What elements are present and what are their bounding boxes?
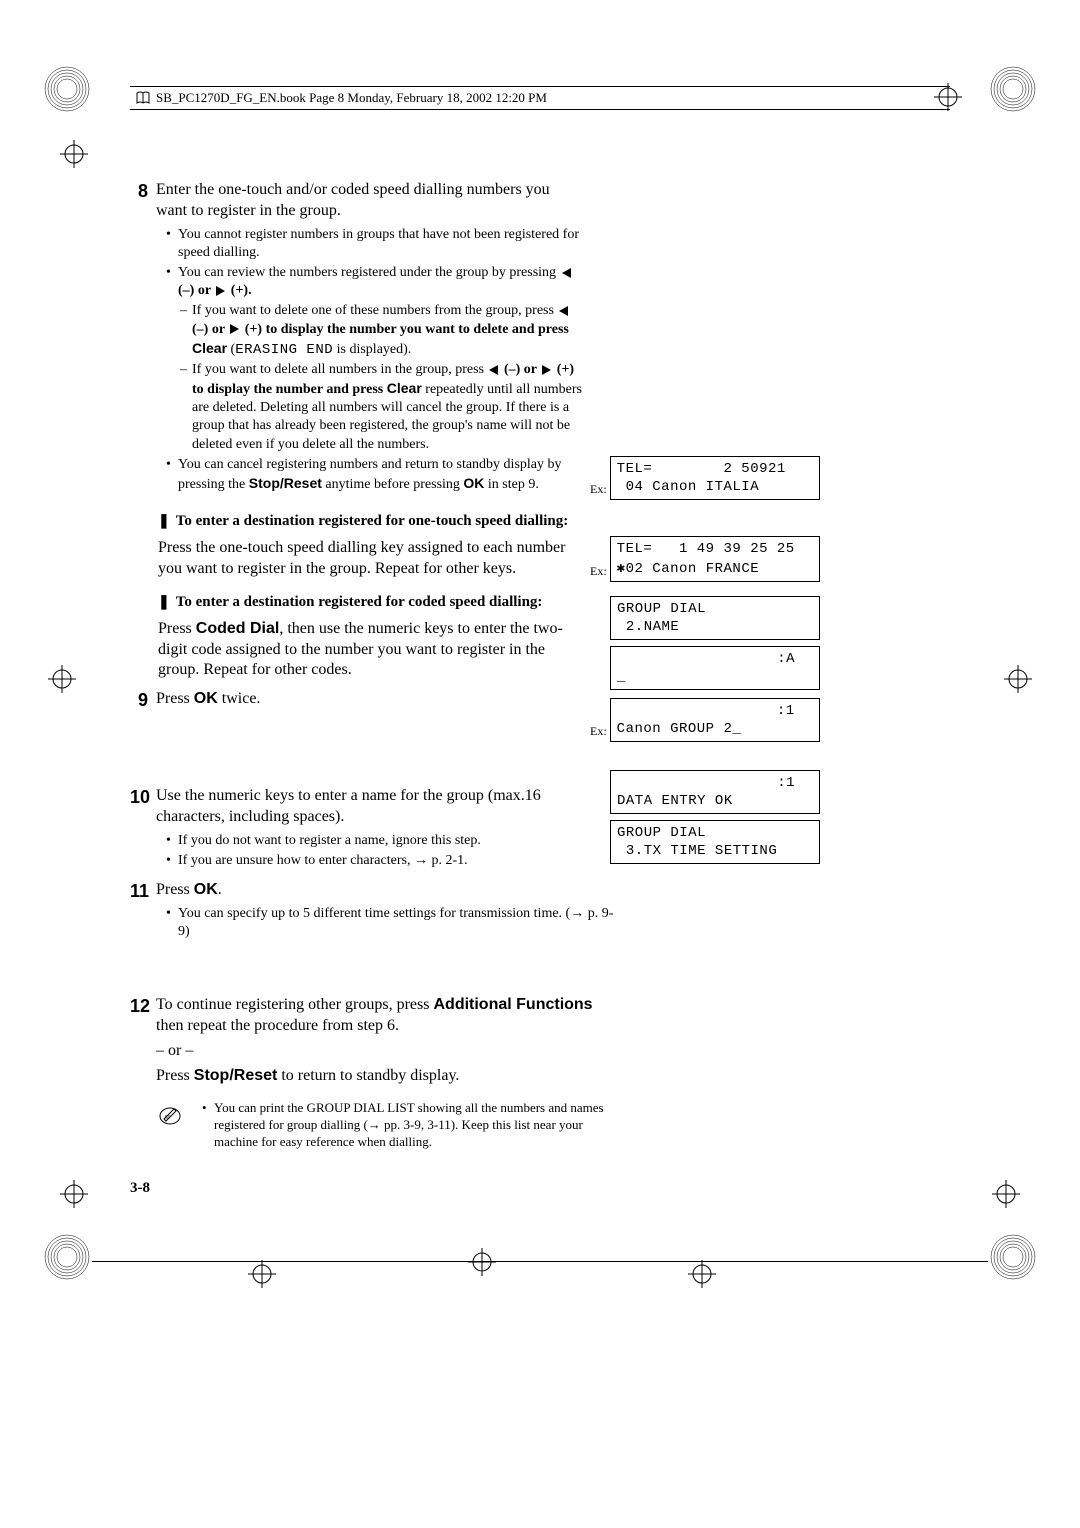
step-number: 12 xyxy=(130,995,156,1018)
lcd-stack-step9: GROUP DIAL 2.NAME :A _ xyxy=(590,596,825,690)
registration-mark-icon xyxy=(44,1234,90,1280)
step-10-text: Use the numeric keys to enter a name for… xyxy=(156,786,576,828)
square-bullet-icon: ❚ xyxy=(158,595,170,610)
crop-target-icon xyxy=(60,1180,88,1208)
lcd-display: GROUP DIAL 2.NAME xyxy=(610,596,820,640)
step-12-or: – or – xyxy=(156,1041,810,1062)
lcd-display: TEL= 2 50921 04 Canon ITALIA xyxy=(610,456,820,500)
lcd-display: :1 Canon GROUP 2_ xyxy=(610,698,820,742)
subpara-coded: Press Coded Dial, then use the numeric k… xyxy=(158,619,568,681)
registration-mark-icon xyxy=(44,66,90,112)
lcd-display: :A _ xyxy=(610,646,820,690)
step-8-text: Enter the one-touch and/or coded speed d… xyxy=(156,180,571,222)
lcd-display: GROUP DIAL 3.TX TIME SETTING xyxy=(610,820,820,864)
lcd-display: :1 DATA ENTRY OK xyxy=(610,770,820,814)
step-8: 8 Enter the one-touch and/or coded speed… xyxy=(130,180,810,498)
ex-label: Ex: xyxy=(590,482,607,498)
step-8-bullet-3: You can cancel registering numbers and r… xyxy=(178,456,586,494)
page-number: 3-8 xyxy=(130,1179,150,1199)
triangle-left-icon xyxy=(559,306,568,316)
crop-line xyxy=(92,1261,988,1262)
triangle-right-icon xyxy=(542,365,551,375)
running-head-text: SB_PC1270D_FG_EN.book Page 8 Monday, Feb… xyxy=(156,90,547,107)
step-10-bullet-1: If you do not want to register a name, i… xyxy=(178,832,576,850)
step-number: 8 xyxy=(130,180,156,203)
registration-mark-icon xyxy=(990,1234,1036,1280)
step-number: 9 xyxy=(130,689,156,712)
triangle-right-icon xyxy=(230,324,239,334)
triangle-right-icon xyxy=(216,286,225,296)
lcd-examples-column: Ex: TEL= 2 50921 04 Canon ITALIA Ex: TEL… xyxy=(590,456,825,870)
square-bullet-icon: ❚ xyxy=(158,514,170,529)
ex-label: Ex: xyxy=(590,564,607,580)
subpara-onetouch: Press the one-touch speed dialling key a… xyxy=(158,538,568,580)
lcd-example-3: Ex: :1 Canon GROUP 2_ xyxy=(590,698,825,742)
crop-target-icon xyxy=(992,1180,1020,1208)
step-12: 12 To continue registering other groups,… xyxy=(130,995,810,1090)
step-10-bullet-2: If you are unsure how to enter character… xyxy=(178,852,576,870)
crop-target-icon xyxy=(1004,665,1032,693)
book-icon xyxy=(136,91,150,105)
triangle-left-icon xyxy=(562,268,571,278)
lcd-example-1: Ex: TEL= 2 50921 04 Canon ITALIA xyxy=(590,456,825,500)
step-number: 10 xyxy=(130,786,156,809)
step-number: 11 xyxy=(130,880,156,903)
ex-label: Ex: xyxy=(590,724,607,740)
crop-target-icon xyxy=(934,83,962,111)
crop-target-icon xyxy=(688,1260,716,1288)
lcd-stack-step11: :1 DATA ENTRY OK GROUP DIAL 3.TX TIME SE… xyxy=(590,770,825,864)
triangle-left-icon xyxy=(489,365,498,375)
running-head-frame: SB_PC1270D_FG_EN.book Page 8 Monday, Feb… xyxy=(130,86,950,110)
note-bullet-1: You can print the GROUP DIAL LIST showin… xyxy=(214,1100,630,1151)
lcd-example-2: Ex: TEL= 1 49 39 25 25 ✱02 Canon FRANCE xyxy=(590,536,825,582)
step-11-bullet-1: You can specify up to 5 different time s… xyxy=(178,905,616,941)
registration-mark-icon xyxy=(990,66,1036,112)
crop-target-icon xyxy=(248,1260,276,1288)
crop-target-icon xyxy=(60,140,88,168)
step-8-dash-1: If you want to delete one of these numbe… xyxy=(192,302,586,359)
note-block: You can print the GROUP DIAL LIST showin… xyxy=(158,1100,810,1153)
lcd-display: TEL= 1 49 39 25 25 ✱02 Canon FRANCE xyxy=(610,536,820,582)
step-8-bullet-2: You can review the numbers registered un… xyxy=(178,264,586,454)
step-12-text-2: Press Stop/Reset to return to standby di… xyxy=(156,1066,810,1087)
step-8-dash-2: If you want to delete all numbers in the… xyxy=(192,361,586,454)
note-pencil-icon xyxy=(158,1102,182,1126)
step-11-text: Press OK. xyxy=(156,880,810,901)
crop-target-icon xyxy=(468,1248,496,1276)
step-8-bullet-1: You cannot register numbers in groups th… xyxy=(178,226,586,262)
step-12-text-1: To continue registering other groups, pr… xyxy=(156,995,616,1037)
step-11: 11 Press OK. You can specify up to 5 dif… xyxy=(130,880,810,945)
crop-target-icon xyxy=(48,665,76,693)
